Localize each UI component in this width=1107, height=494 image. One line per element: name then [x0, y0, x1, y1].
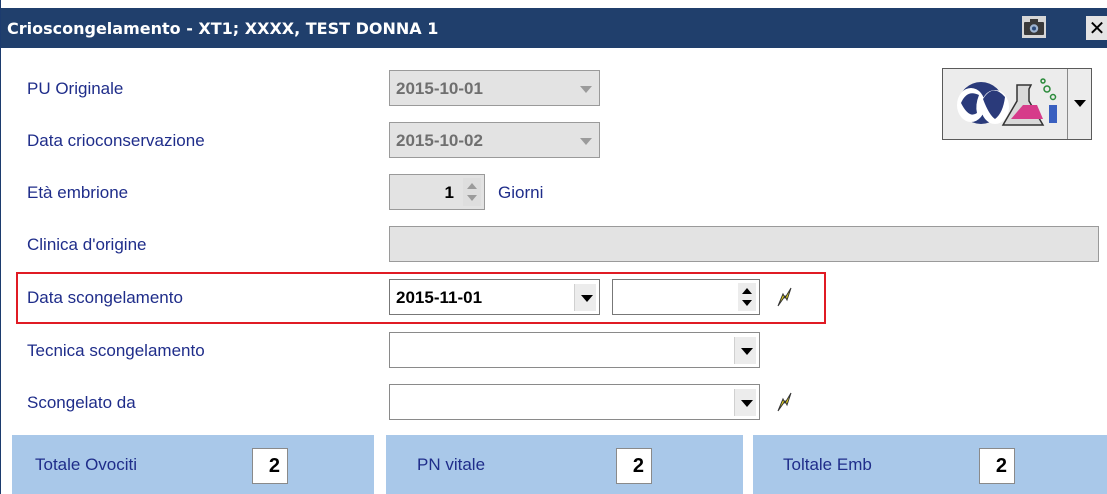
summary-panel-totale-ovociti: Totale Ovociti 2 [12, 435, 374, 494]
title-bar: Crioscongelamento - XT1; XXXX, TEST DONN… [1, 8, 1107, 48]
data-scongelamento-label: Data scongelamento [27, 288, 183, 307]
lightning-icon[interactable] [775, 391, 795, 413]
pu-originale-value: 2015-10-01 [396, 79, 483, 98]
chevron-down-icon[interactable] [734, 389, 756, 416]
chevron-down-icon [574, 127, 596, 154]
summary-panel-pn-vitale: PN vitale 2 [386, 435, 743, 494]
scongelato-da-label: Scongelato da [27, 393, 136, 412]
ora-scongelamento-stepper[interactable] [612, 279, 760, 315]
pu-originale-select: 2015-10-01 [389, 70, 600, 106]
data-scongelamento-value: 2015-11-01 [396, 288, 483, 307]
spinner-icon[interactable] [738, 283, 756, 311]
crioscongelamento-window: Crioscongelamento - XT1; XXXX, TEST DONN… [0, 0, 1107, 494]
chevron-down-icon[interactable] [574, 284, 596, 311]
patients-lab-dropdown-button[interactable] [942, 68, 1092, 140]
chevron-down-icon[interactable] [1067, 69, 1091, 139]
clinica-origine-field [389, 226, 1099, 262]
spinner-icon [463, 178, 481, 206]
close-icon[interactable]: ✕ [1086, 16, 1107, 40]
camera-icon[interactable] [1022, 16, 1046, 38]
totale-ovociti-value: 2 [252, 448, 288, 484]
clinica-origine-label: Clinica d'origine [27, 235, 147, 254]
data-scongelamento-select[interactable]: 2015-11-01 [389, 279, 600, 315]
scongelato-da-select[interactable] [389, 384, 760, 420]
toltale-emb-value: 2 [979, 448, 1015, 484]
totale-ovociti-label: Totale Ovociti [35, 455, 138, 474]
patients-lab-icon [951, 75, 1063, 138]
window-title: Crioscongelamento - XT1; XXXX, TEST DONN… [7, 19, 439, 38]
lightning-icon[interactable] [775, 286, 795, 308]
eta-embrione-value: 1 [444, 183, 454, 202]
data-crioconservazione-value: 2015-10-02 [396, 131, 483, 150]
toltale-emb-label: Toltale Emb [783, 455, 872, 474]
chevron-down-icon[interactable] [734, 337, 756, 364]
tecnica-scongelamento-select[interactable] [389, 332, 760, 368]
tecnica-scongelamento-label: Tecnica scongelamento [27, 341, 205, 360]
eta-embrione-label: Età embrione [27, 183, 129, 202]
pn-vitale-label: PN vitale [417, 455, 486, 474]
pn-vitale-value: 2 [616, 448, 652, 484]
data-crioconservazione-select: 2015-10-02 [389, 122, 600, 158]
pu-originale-label: PU Originale [27, 79, 124, 98]
giorni-unit-label: Giorni [498, 183, 544, 202]
chevron-down-icon [574, 75, 596, 102]
summary-panel-toltale-emb: Toltale Emb 2 [753, 435, 1107, 494]
eta-embrione-stepper: 1 [389, 174, 485, 210]
data-crioconservazione-label: Data crioconservazione [27, 131, 205, 150]
